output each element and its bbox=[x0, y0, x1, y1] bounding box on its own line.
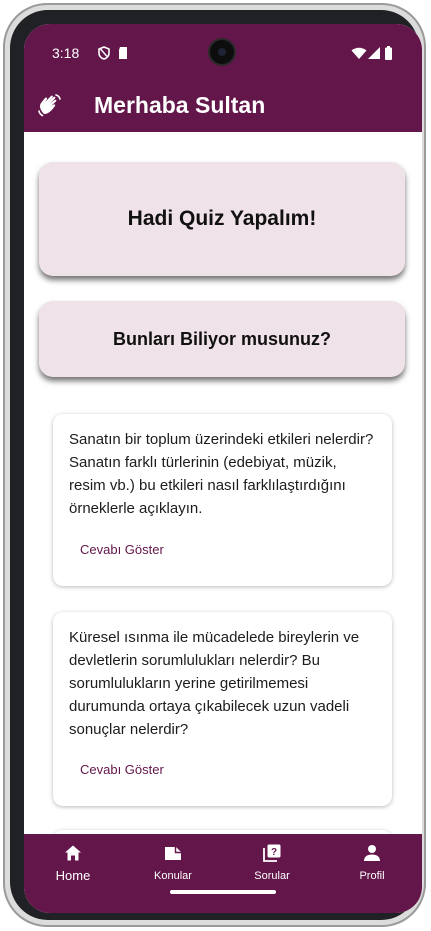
question-card: Küresel ısınma ile mücadelede bireylerin… bbox=[53, 612, 392, 806]
question-icon: ? bbox=[263, 844, 281, 862]
wifi-icon bbox=[351, 47, 367, 59]
gesture-home-indicator[interactable] bbox=[170, 890, 276, 894]
cellular-signal-icon bbox=[368, 47, 380, 59]
app-title: Merhaba Sultan bbox=[94, 92, 266, 118]
quiz-card[interactable]: Hadi Quiz Yapalım! bbox=[39, 162, 405, 276]
did-you-know-card[interactable]: Bunları Biliyor musunuz? bbox=[39, 301, 405, 377]
show-answer-button[interactable]: Cevabı Göster bbox=[80, 762, 164, 777]
folder-icon bbox=[165, 847, 181, 860]
waving-hand-icon bbox=[38, 94, 61, 117]
person-icon bbox=[364, 845, 380, 861]
status-time: 3:18 bbox=[52, 45, 80, 61]
nav-label-sorular: Sorular bbox=[254, 870, 290, 882]
question-card: Sanatın bir toplum üzerindeki etkileri n… bbox=[53, 414, 392, 586]
main-content[interactable]: Hadi Quiz Yapalım! Bunları Biliyor musun… bbox=[24, 132, 422, 834]
svg-text:?: ? bbox=[271, 847, 277, 858]
nav-item-sorular[interactable]: ? Sorular bbox=[227, 834, 317, 894]
battery-icon bbox=[385, 46, 392, 60]
nav-item-konular[interactable]: Konular bbox=[128, 834, 218, 894]
show-answer-button[interactable]: Cevabı Göster bbox=[80, 542, 164, 557]
nav-item-profil[interactable]: Profil bbox=[327, 834, 417, 894]
question-text: Sanatın bir toplum üzerindeki etkileri n… bbox=[69, 431, 374, 517]
phone-frame: 3:18 Merhaba Sultan Hadi Quiz Yapalım! B… bbox=[3, 3, 426, 927]
sd-card-icon bbox=[119, 47, 127, 59]
front-camera bbox=[210, 40, 234, 64]
screen: 3:18 Merhaba Sultan Hadi Quiz Yapalım! B… bbox=[24, 24, 422, 913]
nav-label-home: Home bbox=[55, 868, 91, 883]
question-text: Küresel ısınma ile mücadelede bireylerin… bbox=[69, 629, 360, 738]
status-bar: 3:18 bbox=[24, 24, 422, 80]
phone-bezel: 3:18 Merhaba Sultan Hadi Quiz Yapalım! B… bbox=[10, 10, 422, 920]
nav-item-home[interactable]: Home bbox=[28, 834, 118, 894]
app-bar: Merhaba Sultan bbox=[24, 80, 422, 132]
nav-label-profil: Profil bbox=[359, 870, 385, 882]
vpn-shield-icon bbox=[98, 46, 110, 60]
nav-label-konular: Konular bbox=[154, 870, 192, 882]
home-icon bbox=[65, 845, 81, 861]
bottom-navigation: Home Konular ? Sorular Profil bbox=[24, 834, 422, 913]
